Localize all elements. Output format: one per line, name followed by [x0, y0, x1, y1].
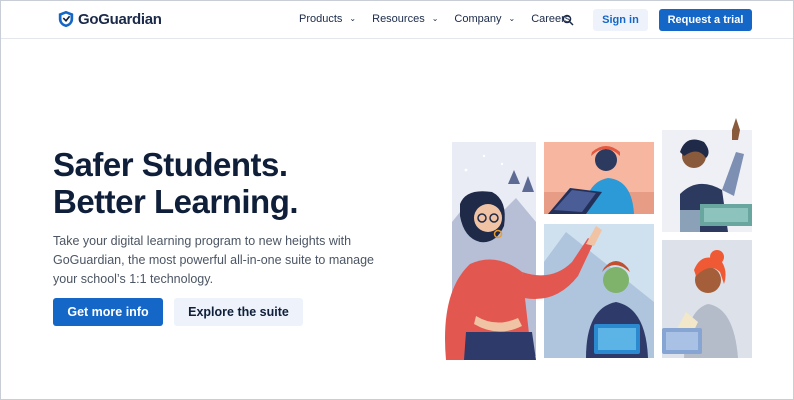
nav-label-company: Company: [454, 13, 502, 25]
search-icon[interactable]: [562, 14, 574, 26]
headline-line-1: Safer Students.: [53, 146, 288, 183]
chevron-down-icon: ⌄: [431, 13, 439, 23]
logo-text: GoGuardian: [78, 10, 162, 28]
get-more-info-button[interactable]: Get more info: [53, 298, 163, 326]
hero-subtitle: Take your digital learning program to ne…: [53, 234, 375, 286]
logo[interactable]: GoGuardian: [57, 10, 162, 28]
request-trial-button[interactable]: Request a trial: [659, 9, 752, 31]
main-nav: Products ⌄ Resources ⌄ Company ⌄ Careers: [299, 13, 586, 25]
headline-line-2: Better Learning.: [53, 183, 299, 220]
shield-icon: [58, 10, 74, 28]
site-header: GoGuardian Products ⌄ Resources ⌄ Compan…: [1, 1, 793, 39]
page-title: Safer Students. Better Learning.: [53, 146, 299, 220]
explore-suite-button[interactable]: Explore the suite: [174, 298, 303, 326]
chevron-down-icon: ⌄: [508, 13, 516, 23]
students-collage-illustration: [445, 118, 752, 360]
nav-label-resources: Resources: [372, 13, 425, 25]
nav-label-products: Products: [299, 13, 343, 25]
nav-item-company[interactable]: Company ⌄: [454, 13, 515, 25]
sign-in-button[interactable]: Sign in: [593, 9, 648, 31]
nav-item-products[interactable]: Products ⌄: [299, 13, 356, 25]
nav-item-resources[interactable]: Resources ⌄: [372, 13, 438, 25]
chevron-down-icon: ⌄: [349, 13, 357, 23]
